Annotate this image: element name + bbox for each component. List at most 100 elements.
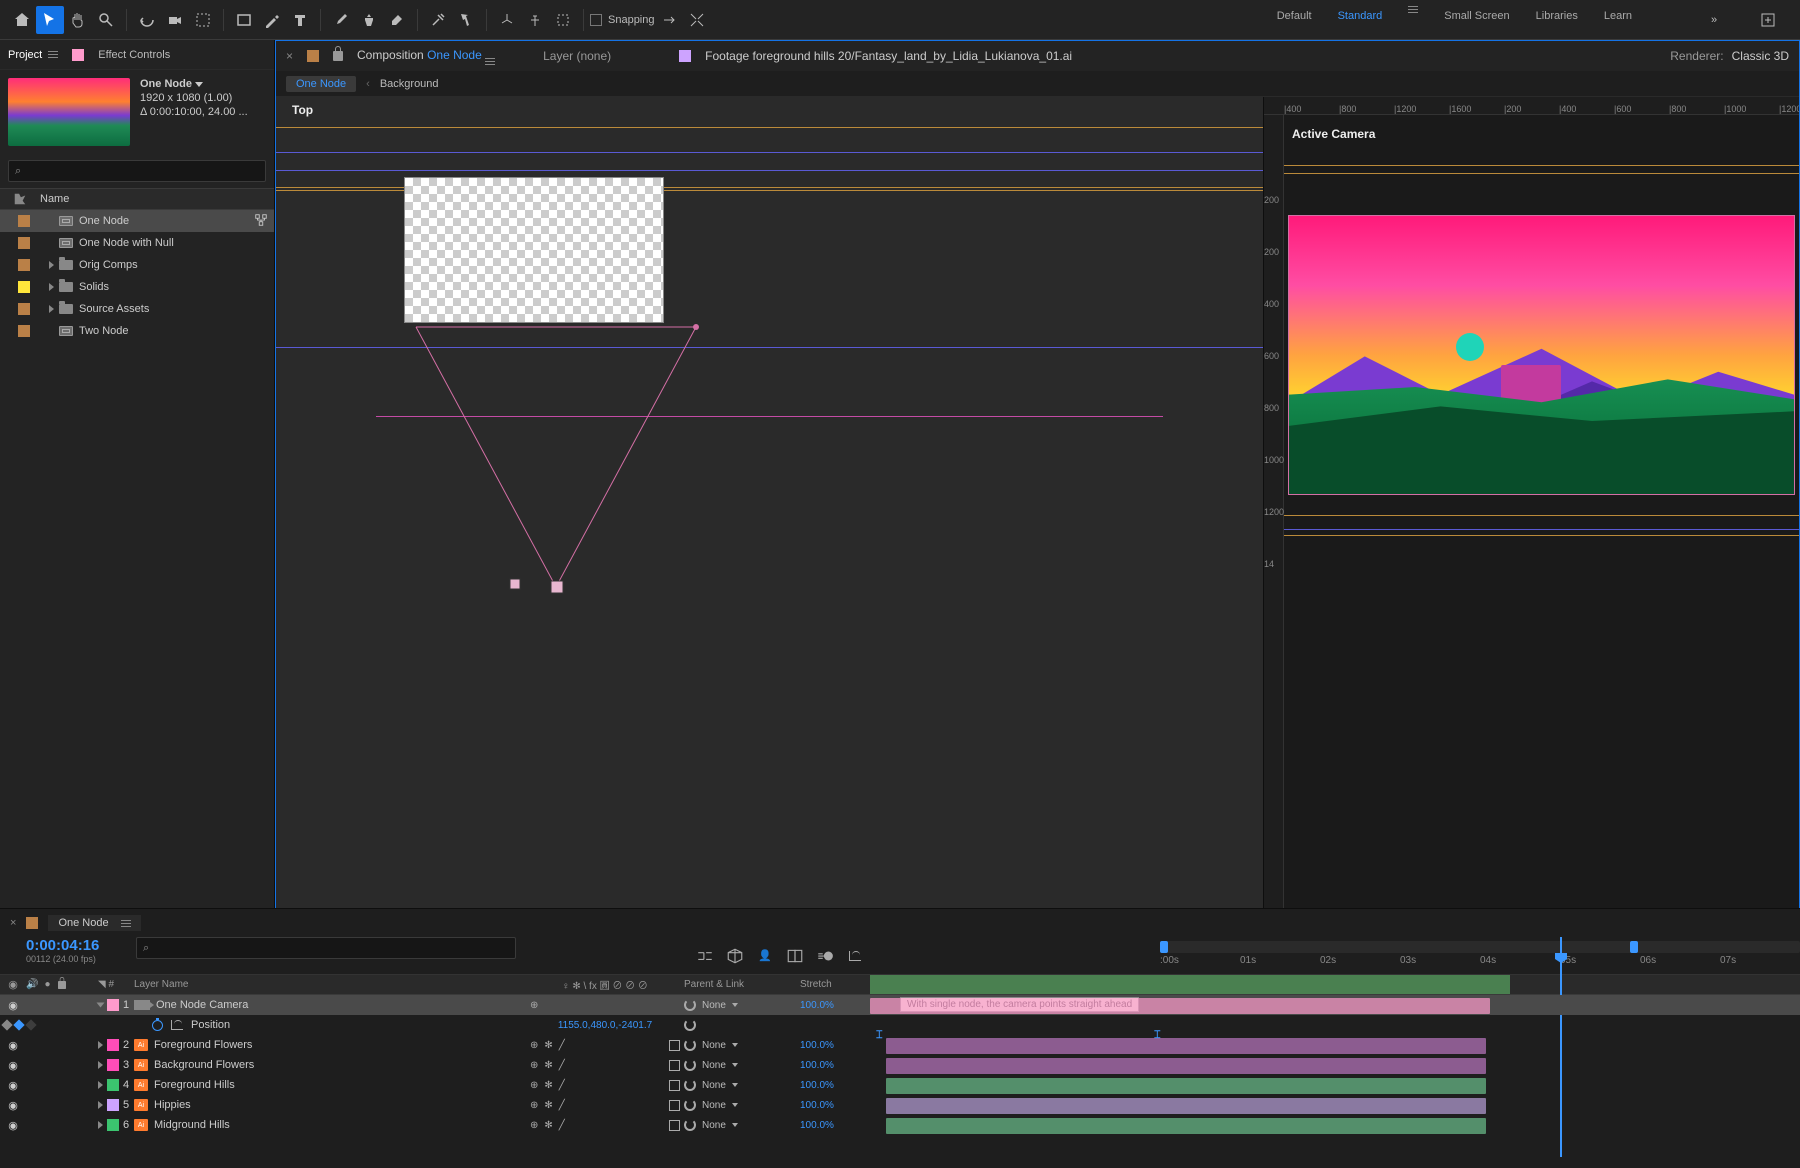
collapse-switch-icon[interactable]: ✻ [544, 1100, 552, 1111]
stretch-value[interactable]: 100.0% [800, 1000, 834, 1011]
rectangle-tool-icon[interactable] [230, 6, 258, 34]
sync-settings-icon[interactable] [1754, 6, 1782, 34]
layer-row[interactable]: ◉ 3 AiBackground Flowers ⊕ ✻╱ None 100.0… [0, 1055, 1800, 1075]
layer-duration-bar[interactable] [870, 998, 1490, 1014]
work-area-bar[interactable] [1160, 941, 1800, 953]
stretch-value[interactable]: 100.0% [800, 1080, 834, 1091]
timeline-tab[interactable]: One Node [48, 915, 140, 931]
layer-label-swatch[interactable] [107, 1059, 119, 1071]
layer-duration-bar[interactable] [886, 1118, 1486, 1134]
video-toggle-icon[interactable]: ◉ [6, 1058, 20, 1072]
timeline-ruler[interactable]: :00s01s02s03s04s05s06s07s [1160, 955, 1800, 975]
layer-row[interactable]: ◉ 6 AiMidground Hills ⊕ ✻╱ None 100.0% [0, 1115, 1800, 1135]
shy-icon[interactable]: 👤 [756, 947, 774, 965]
snapping-toggle[interactable]: Snapping [590, 14, 655, 26]
property-row[interactable]: Position 1155.0,480.0,-2401.7 ⌶ ⌶ [0, 1015, 1800, 1035]
video-toggle-icon[interactable]: ◉ [6, 998, 20, 1012]
tab-layer-none[interactable]: Layer (none) [543, 49, 611, 63]
3d-switch-icon[interactable] [669, 1100, 680, 1111]
text-tool-icon[interactable] [286, 6, 314, 34]
pickwhip-icon[interactable] [684, 999, 696, 1011]
3d-switch-icon[interactable] [669, 1060, 680, 1071]
hand-tool-icon[interactable] [64, 6, 92, 34]
parent-dropdown[interactable]: None [702, 1100, 726, 1111]
tab-composition[interactable]: Composition One Node [357, 48, 495, 65]
clone-stamp-tool-icon[interactable] [355, 6, 383, 34]
quality-switch-icon[interactable]: ╱ [559, 1120, 565, 1131]
layer-row[interactable]: ◉ 1 One Node Camera ⊕ None 100.0% [0, 995, 1800, 1015]
project-item[interactable]: Two Node [0, 320, 274, 342]
snap-collapse-icon[interactable] [683, 6, 711, 34]
shy-switch-icon[interactable]: ⊕ [530, 1040, 538, 1051]
quality-switch-icon[interactable]: ╱ [559, 1040, 565, 1051]
pickwhip-icon[interactable] [684, 1059, 696, 1071]
label-swatch[interactable] [18, 259, 30, 271]
col-layer-name[interactable]: Layer Name [130, 975, 530, 994]
tab-project[interactable]: Project [8, 49, 58, 61]
label-swatch[interactable] [18, 281, 30, 293]
label-swatch[interactable] [18, 215, 30, 227]
layer-duration-bar[interactable] [886, 1058, 1486, 1074]
axis-view-icon[interactable] [549, 6, 577, 34]
layer-label-swatch[interactable] [107, 1079, 119, 1091]
col-audio-icon[interactable]: 🔊 [26, 979, 38, 990]
3d-switch-icon[interactable] [669, 1120, 680, 1131]
timeline-search-input[interactable]: ⌕ [136, 937, 516, 959]
layer-twirl-icon[interactable] [97, 1003, 105, 1008]
eraser-tool-icon[interactable] [383, 6, 411, 34]
project-comp-thumbnail[interactable] [8, 78, 130, 146]
selection-tool-icon[interactable] [36, 6, 64, 34]
parent-dropdown[interactable]: None [702, 1040, 726, 1051]
next-keyframe-icon[interactable] [25, 1019, 36, 1030]
col-parent[interactable]: Parent & Link [680, 975, 800, 994]
label-swatch[interactable] [18, 237, 30, 249]
frame-blend-icon[interactable] [786, 947, 804, 965]
layer-twirl-icon[interactable] [98, 1081, 103, 1089]
layer-duration-bar[interactable] [886, 1038, 1486, 1054]
pen-tool-icon[interactable] [258, 6, 286, 34]
shy-switch-icon[interactable]: ⊕ [530, 1100, 538, 1111]
label-swatch[interactable] [18, 325, 30, 337]
comp-mini-flowchart-icon[interactable] [696, 947, 714, 965]
zoom-tool-icon[interactable] [92, 6, 120, 34]
add-keyframe-icon[interactable] [13, 1019, 24, 1030]
parent-dropdown[interactable]: None [702, 1080, 726, 1091]
project-item[interactable]: One Node [0, 210, 274, 232]
shy-switch-icon[interactable]: ⊕ [530, 1120, 538, 1131]
workspace-small[interactable]: Small Screen [1444, 6, 1509, 34]
project-item[interactable]: Source Assets [0, 298, 274, 320]
axis-local-icon[interactable] [493, 6, 521, 34]
shy-switch-icon[interactable]: ⊕ [530, 1060, 538, 1071]
layer-twirl-icon[interactable] [98, 1121, 103, 1129]
workspace-default[interactable]: Default [1277, 6, 1312, 34]
axis-world-icon[interactable] [521, 6, 549, 34]
layer-duration-bar[interactable] [886, 1078, 1486, 1094]
video-toggle-icon[interactable]: ◉ [6, 1118, 20, 1132]
project-item[interactable]: One Node with Null [0, 232, 274, 254]
workspace-learn[interactable]: Learn [1604, 6, 1632, 34]
snap-edge-icon[interactable] [655, 6, 683, 34]
parent-dropdown[interactable]: None [702, 1060, 726, 1071]
pickwhip-icon[interactable] [684, 1099, 696, 1111]
stopwatch-icon[interactable] [152, 1020, 163, 1031]
parent-dropdown[interactable]: None [702, 1120, 726, 1131]
pickwhip-icon[interactable] [684, 1019, 696, 1031]
brush-tool-icon[interactable] [327, 6, 355, 34]
layer-twirl-icon[interactable] [98, 1101, 103, 1109]
lock-icon[interactable] [333, 51, 343, 61]
renderer-dropdown[interactable]: Classic 3D [1732, 49, 1789, 63]
layer-label-swatch[interactable] [107, 1039, 119, 1051]
layer-twirl-icon[interactable] [98, 1061, 103, 1069]
breadcrumb-next[interactable]: Background [380, 78, 439, 90]
stretch-value[interactable]: 100.0% [800, 1060, 834, 1071]
quality-switch-icon[interactable]: ╱ [559, 1080, 565, 1091]
parent-dropdown[interactable]: None [702, 1000, 726, 1011]
col-stretch[interactable]: Stretch [800, 975, 870, 994]
col-solo-icon[interactable]: ● [44, 979, 50, 990]
layer-label-swatch[interactable] [107, 999, 119, 1011]
col-label-icon[interactable]: ◥ [98, 979, 106, 990]
3d-switch-icon[interactable] [669, 1040, 680, 1051]
property-value[interactable]: 1155.0,480.0,-2401.7 [558, 1020, 652, 1031]
flowchart-icon[interactable] [254, 213, 268, 230]
tab-footage[interactable]: Footage foreground hills 20/Fantasy_land… [705, 49, 1072, 63]
